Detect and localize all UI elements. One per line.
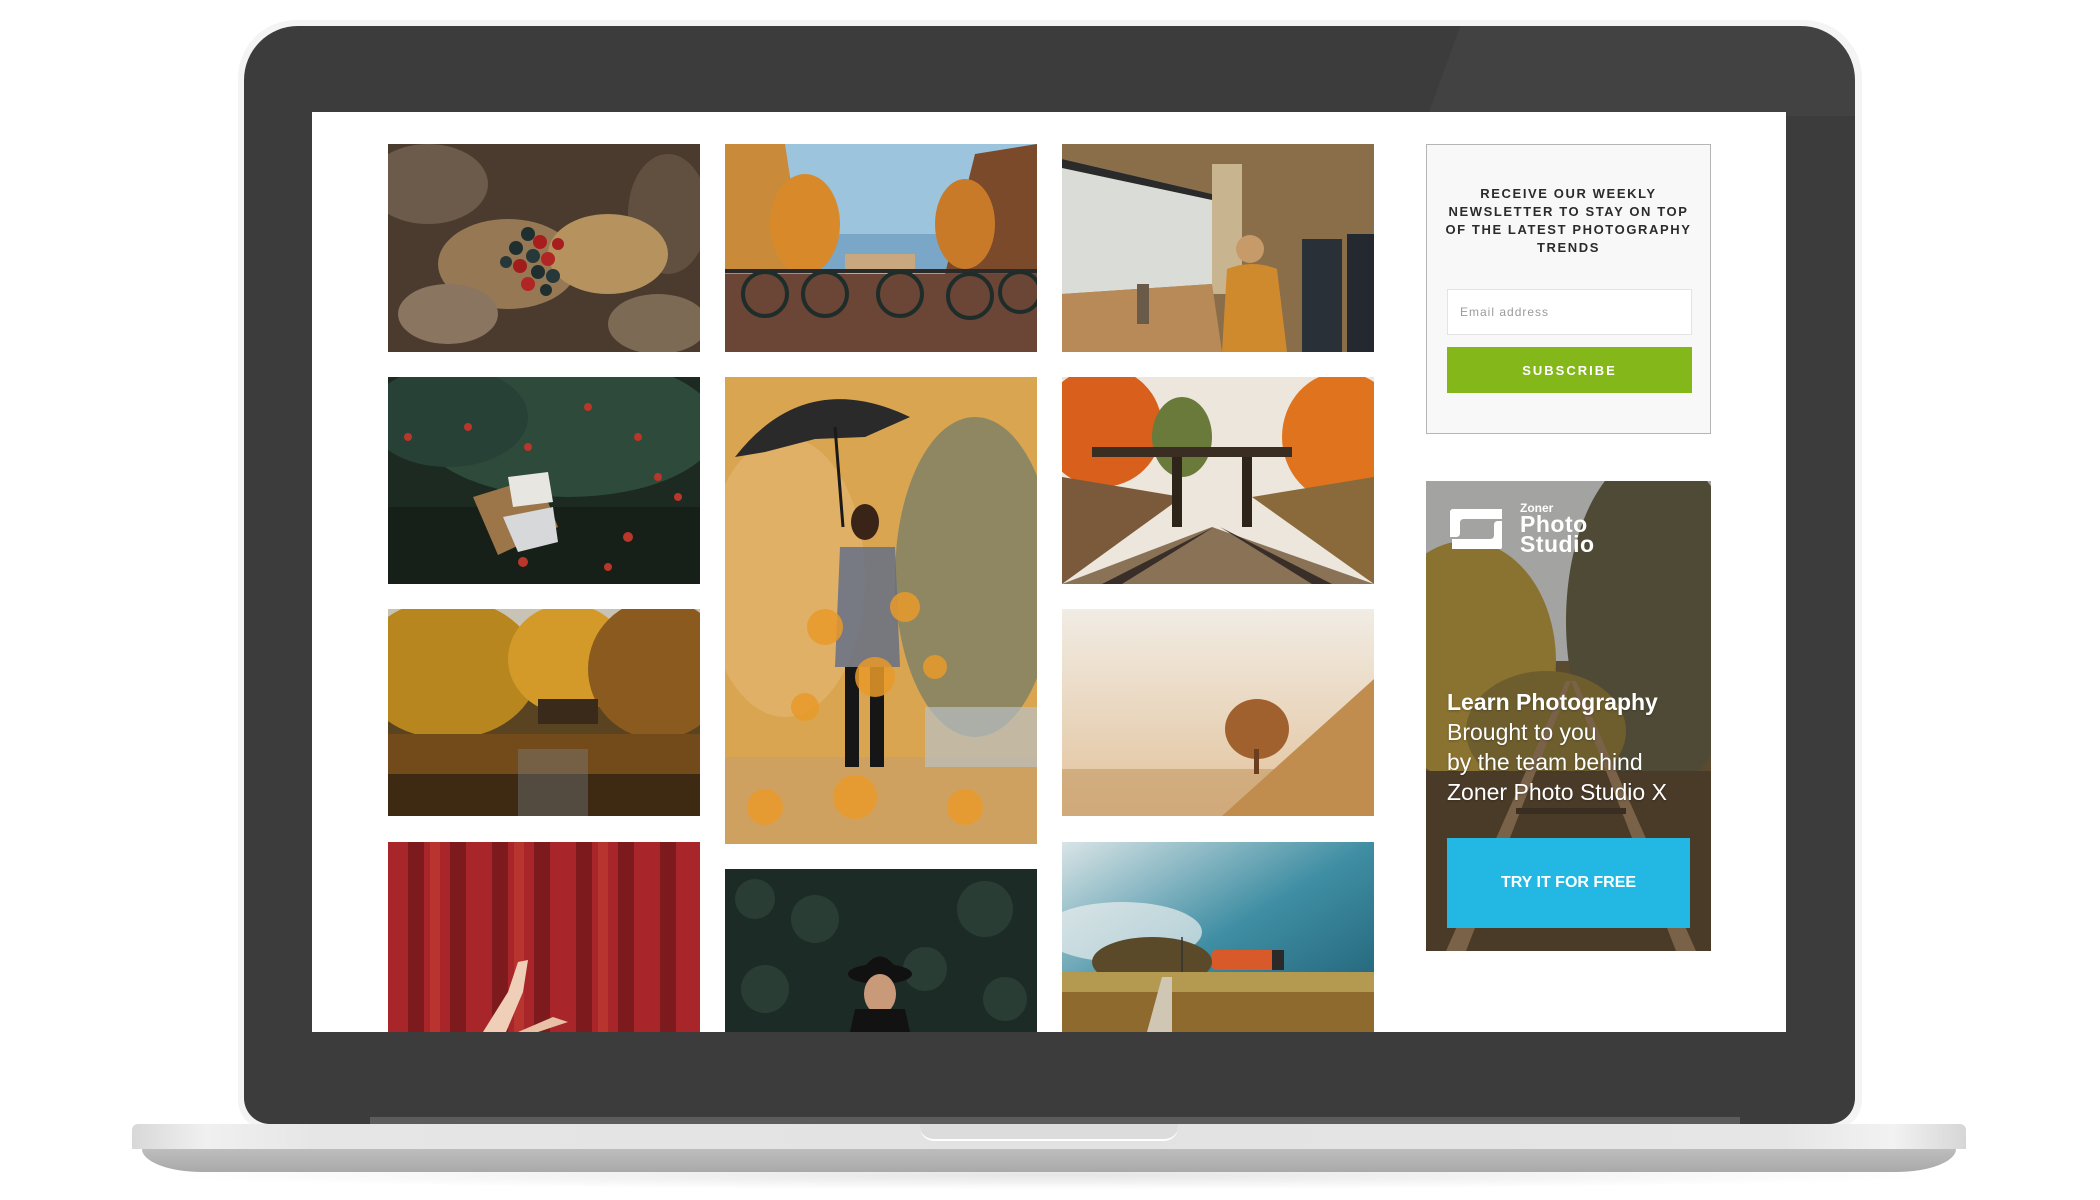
berries-image bbox=[388, 144, 700, 352]
umbrella-leaves-image bbox=[725, 377, 1037, 844]
gallery-photo-hazy-hill[interactable] bbox=[1062, 609, 1374, 816]
red-wall-image bbox=[388, 842, 700, 1032]
ad-body-line: by the team behind bbox=[1447, 749, 1643, 775]
hat-portrait-image bbox=[725, 869, 1037, 1032]
laptop-opening-notch bbox=[920, 1124, 1178, 1141]
zoner-photo-studio-ad[interactable]: Zoner Photo Studio Learn Photography Bro… bbox=[1426, 481, 1711, 951]
rail-bridge-image bbox=[1062, 377, 1374, 584]
ad-body-line: Zoner Photo Studio X bbox=[1447, 779, 1667, 805]
gallery-photo-canal-bikes[interactable] bbox=[725, 144, 1037, 352]
gallery-photo-red-wall[interactable] bbox=[388, 842, 700, 1032]
ad-body-line: Brought to you bbox=[1447, 719, 1597, 745]
ad-headline: Learn Photography bbox=[1447, 689, 1658, 715]
gallery-photo-lake-reflection[interactable] bbox=[388, 609, 700, 816]
train-field-image bbox=[1062, 842, 1374, 1032]
subscribe-button[interactable]: SUBSCRIBE bbox=[1447, 347, 1692, 393]
canal-bikes-image bbox=[725, 144, 1037, 352]
train-window-image bbox=[1062, 144, 1374, 352]
gallery-photo-train-window[interactable] bbox=[1062, 144, 1374, 352]
gallery-photo-rail-bridge[interactable] bbox=[1062, 377, 1374, 584]
lake-reflection-image bbox=[388, 609, 700, 816]
newsletter-heading: RECEIVE OUR WEEKLY NEWSLETTER TO STAY ON… bbox=[1445, 186, 1692, 255]
gallery-photo-umbrella-leaves[interactable] bbox=[725, 377, 1037, 844]
gallery-photo-apple-picnic[interactable] bbox=[388, 377, 700, 584]
laptop-base-bottom bbox=[142, 1149, 1956, 1172]
gallery-photo-berries[interactable] bbox=[388, 144, 700, 352]
zoner-logo-icon bbox=[1450, 509, 1502, 550]
apple-picnic-image bbox=[388, 377, 700, 584]
gallery-photo-hat-portrait[interactable] bbox=[725, 869, 1037, 1032]
laptop-hinge bbox=[370, 1117, 1740, 1124]
newsletter-email-input[interactable] bbox=[1447, 289, 1692, 335]
ad-copy: Learn Photography Brought to you by the … bbox=[1447, 687, 1667, 807]
zoner-logo-wordmark: Zoner Photo Studio bbox=[1520, 502, 1595, 558]
zoner-logo: Zoner Photo Studio bbox=[1446, 502, 1595, 558]
hazy-hill-image bbox=[1062, 609, 1374, 816]
try-it-for-free-button[interactable]: TRY IT FOR FREE bbox=[1447, 838, 1690, 928]
logo-line-studio: Studio bbox=[1520, 531, 1595, 558]
laptop-screen: RECEIVE OUR WEEKLY NEWSLETTER TO STAY ON… bbox=[312, 112, 1786, 1032]
bezel-reflection bbox=[1428, 26, 1855, 116]
gallery-photo-train-field[interactable] bbox=[1062, 842, 1374, 1032]
newsletter-signup-box: RECEIVE OUR WEEKLY NEWSLETTER TO STAY ON… bbox=[1426, 144, 1711, 434]
